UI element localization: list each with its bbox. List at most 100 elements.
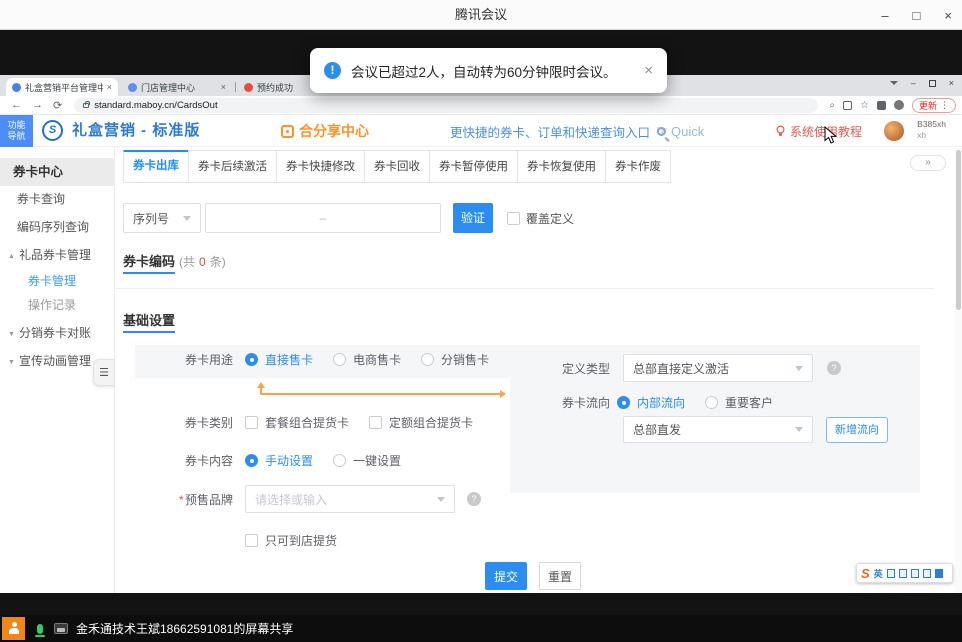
scrollbar[interactable]: [955, 148, 962, 593]
tab-card-resume[interactable]: 券卡恢复使用: [517, 150, 606, 183]
quick-entry-promo[interactable]: 更快捷的券卡、订单和快递查询入口 ☞: [450, 115, 668, 147]
presale-brand-select[interactable]: 请选择或输入: [245, 485, 455, 513]
usage-option-direct[interactable]: 直接售卡: [245, 351, 313, 368]
user-avatar[interactable]: [884, 121, 904, 141]
radio-icon[interactable]: [333, 353, 346, 366]
sogou-logo-icon[interactable]: S: [861, 566, 870, 581]
reload-icon[interactable]: ⟳: [53, 99, 62, 112]
quick-search[interactable]: Quick: [657, 115, 704, 147]
checkbox-icon[interactable]: [369, 416, 382, 429]
sidebar-title: 券卡中心: [0, 158, 114, 186]
radio-selected-icon[interactable]: [617, 396, 630, 409]
browser-tab-label: 预约成功: [257, 81, 293, 94]
zoom-icon[interactable]: ⌕: [829, 100, 835, 111]
basic-settings-title: 基础设置: [123, 310, 175, 329]
flow-target-select[interactable]: 总部直发: [623, 416, 813, 443]
tab-card-activate[interactable]: 券卡后续激活: [188, 150, 277, 183]
browser-menu-caret-icon[interactable]: [890, 81, 898, 85]
overwrite-checkbox[interactable]: [507, 212, 520, 225]
sidebar-item-code-sequence-query[interactable]: 编码序列查询: [0, 214, 114, 240]
meeting-app-icon[interactable]: [2, 617, 25, 640]
browser-minimize-icon[interactable]: –: [911, 78, 916, 88]
ime-mic-icon[interactable]: [899, 569, 907, 578]
share-center-label: 合分享中心: [299, 121, 369, 141]
ime-punctuation-icon[interactable]: [887, 569, 895, 578]
tutorial-link[interactable]: 系统使用教程: [775, 115, 862, 147]
sidebar-item-operation-log[interactable]: 操作记录: [0, 292, 114, 318]
function-nav-badge[interactable]: 功能 导航: [0, 115, 33, 147]
browser-update-button[interactable]: 更新 ⋮: [912, 98, 956, 113]
url-omnibox[interactable]: standard.maboy.cn/CardsOut: [74, 98, 818, 113]
radio-selected-icon[interactable]: [245, 454, 258, 467]
scrollbar-thumb[interactable]: [956, 150, 961, 310]
sidebar-group-distribution-reconcile[interactable]: ▼分销券卡对账: [0, 320, 114, 346]
chevron-down-icon: [437, 497, 445, 502]
codes-count-suffix: 条): [210, 253, 226, 270]
help-icon[interactable]: ?: [467, 492, 481, 506]
radio-icon[interactable]: [333, 454, 346, 467]
category-option-fixed[interactable]: 定额组合提货卡: [369, 414, 473, 431]
add-flow-button[interactable]: 新增流向: [826, 417, 888, 443]
card-content-row: 券卡内容 手动设置 一键设置: [123, 452, 421, 469]
sidebar-item-card-query[interactable]: 券卡查询: [0, 186, 114, 212]
profile-icon[interactable]: [894, 100, 904, 110]
sidebar-item-card-mgmt[interactable]: 券卡管理: [0, 268, 114, 294]
tab-close-icon[interactable]: ×: [221, 82, 226, 92]
tab-card-suspend[interactable]: 券卡暂停使用: [429, 150, 518, 183]
minimize-icon[interactable]: –: [881, 8, 888, 23]
tab-close-icon[interactable]: ×: [107, 82, 112, 92]
tab-card-recycle[interactable]: 券卡回收: [364, 150, 430, 183]
store-only-option[interactable]: 只可到店提货: [245, 532, 337, 549]
verify-button[interactable]: 验证: [453, 203, 493, 233]
tab-card-quick-edit[interactable]: 券卡快捷修改: [276, 150, 365, 183]
sidebar-group-gift-card-mgmt[interactable]: ▲礼品券卡管理: [0, 242, 114, 268]
ime-skin-icon[interactable]: [923, 569, 931, 578]
submit-button[interactable]: 提交: [485, 562, 527, 590]
radio-icon[interactable]: [705, 396, 718, 409]
tab-card-outbound[interactable]: 券卡出库: [123, 150, 189, 183]
serial-mode-select[interactable]: 序列号: [123, 203, 201, 233]
bookmark-star-icon[interactable]: ☆: [860, 100, 869, 111]
browser-tab-active[interactable]: 礼盒营销平台管理中心 ×: [6, 78, 118, 96]
sidepanel-icon[interactable]: [877, 101, 886, 110]
category-option-package[interactable]: 套餐组合提货卡: [245, 414, 349, 431]
triangle-up-icon: ▲: [8, 253, 15, 260]
help-icon[interactable]: ?: [827, 361, 841, 375]
tab-card-void[interactable]: 券卡作废: [605, 150, 671, 183]
browser-maximize-icon[interactable]: [929, 80, 936, 87]
radio-selected-icon[interactable]: [245, 353, 258, 366]
flow-option-vip[interactable]: 重要客户: [705, 394, 773, 411]
browser-close-icon[interactable]: ×: [949, 78, 954, 88]
meeting-stage: 礼盒营销平台管理中心 × 门店管理中心 × 预约成功 – × ←: [0, 30, 962, 642]
share-center-link[interactable]: 合分享中心: [281, 115, 369, 147]
ime-language-icon[interactable]: 英: [874, 567, 883, 580]
sidebar-collapse-handle[interactable]: ☰: [93, 359, 115, 386]
usage-option-ecommerce[interactable]: 电商售卡: [333, 351, 401, 368]
checkbox-icon[interactable]: [245, 416, 258, 429]
ime-keyboard-icon[interactable]: [911, 569, 919, 578]
back-icon[interactable]: ←: [11, 99, 22, 111]
checkbox-icon[interactable]: [245, 534, 258, 547]
microphone-icon[interactable]: [37, 624, 43, 634]
content-option-manual[interactable]: 手动设置: [245, 452, 313, 469]
banner-close-icon[interactable]: ×: [644, 62, 653, 79]
quick-label: Quick: [671, 124, 704, 139]
more-tabs-button[interactable]: »: [910, 155, 946, 171]
sidebar: 券卡中心 券卡查询 编码序列查询 ▲礼品券卡管理 券卡管理 操作记录 ▼分销券卡…: [0, 147, 115, 593]
radio-icon[interactable]: [421, 353, 434, 366]
definition-type-select[interactable]: 总部直接定义激活: [623, 354, 813, 382]
maximize-icon[interactable]: □: [913, 8, 921, 23]
serial-range-input[interactable]: –: [205, 203, 441, 233]
content-option-onekey[interactable]: 一键设置: [333, 452, 401, 469]
share-page-icon[interactable]: [843, 101, 852, 110]
browser-menu-dots-icon[interactable]: ⋮: [940, 100, 949, 111]
browser-addressbar: ← → ⟳ standard.maboy.cn/CardsOut ⌕ ☆ 更新 …: [0, 96, 962, 115]
forward-icon[interactable]: →: [32, 99, 43, 111]
flow-option-internal[interactable]: 内部流向: [617, 394, 685, 411]
reset-button[interactable]: 重置: [539, 562, 581, 590]
close-icon[interactable]: ×: [944, 8, 952, 23]
overwrite-option[interactable]: 覆盖定义: [507, 203, 574, 233]
ime-toolbox-icon[interactable]: [935, 569, 943, 578]
browser-tab[interactable]: 门店管理中心 ×: [122, 78, 232, 96]
usage-option-distribution[interactable]: 分销售卡: [421, 351, 489, 368]
